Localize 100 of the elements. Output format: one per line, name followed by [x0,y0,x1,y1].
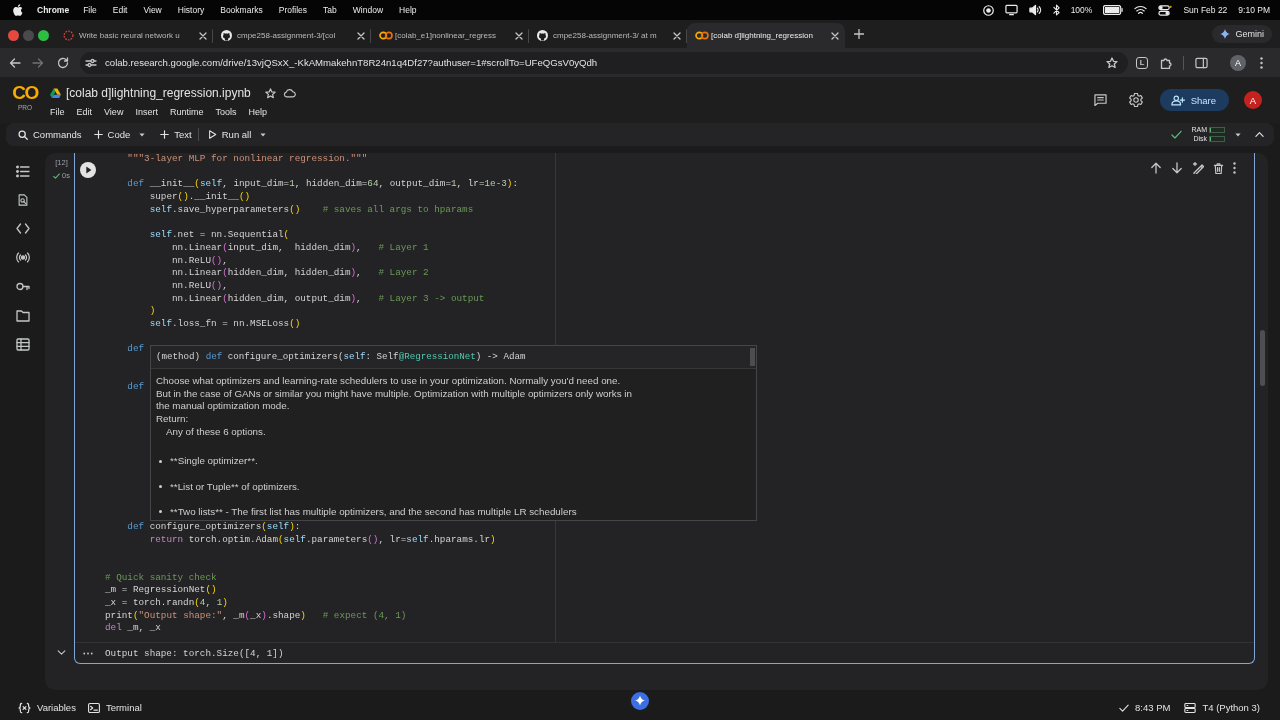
code-line: del _m, _x [105,622,161,634]
logo-text[interactable]: CO [12,84,38,102]
list-icon[interactable] [15,165,30,178]
menu-item[interactable]: History [177,5,205,15]
scrollbar-thumb[interactable] [750,348,755,366]
close-icon[interactable] [673,31,681,40]
back-icon[interactable] [9,56,21,69]
chevron-up-icon[interactable] [1255,130,1264,139]
arrow-up-icon[interactable] [1150,162,1162,174]
plus-icon [160,130,170,139]
display-icon[interactable] [1004,4,1018,16]
wifi-icon[interactable] [1134,4,1148,16]
window-maximize-icon[interactable] [38,29,49,41]
sparkle-icon[interactable] [631,692,649,710]
menu-item[interactable]: Help [248,107,267,117]
menu-bar-date[interactable]: Sun Feb 22 [1183,5,1228,15]
cloud-icon[interactable] [282,87,296,99]
apple-icon[interactable] [13,4,23,16]
toolbar-button[interactable]: Code [90,125,134,144]
more-horizontal-icon[interactable] [83,651,93,655]
menu-item[interactable]: Help [399,5,417,15]
close-icon[interactable] [199,31,207,40]
reload-icon[interactable] [57,56,69,69]
menu-item[interactable]: Edit [112,5,128,15]
toolbar-button[interactable]: Commands [15,125,85,144]
terminal-button[interactable]: Terminal [87,701,142,714]
menu-item[interactable]: Edit [76,107,93,117]
linked-rings-icon [695,31,709,40]
close-icon[interactable] [357,31,365,40]
window-close-icon[interactable] [8,29,19,41]
sparkle-pencil-icon[interactable] [1192,162,1204,174]
control-center-icon[interactable] [1158,3,1173,17]
person-add-icon [1170,93,1185,107]
menu-item[interactable]: File [83,5,97,15]
scrollbar-thumb[interactable] [1260,330,1265,386]
code-line: def [127,381,145,393]
caret-icon[interactable] [1235,132,1241,137]
bullet-icon [159,485,162,489]
caret-icon[interactable] [139,132,146,137]
address-field[interactable]: colab.research.google.com/drive/13vjQSxX_-KkAMmakehnT8R24n1q4Df27?authuser=1#scrollTo=UFeQGsV0yQdh [80,51,1128,74]
profile-avatar[interactable]: A [1230,54,1246,71]
menu-item[interactable]: View [143,5,162,15]
server-icon [1184,701,1197,714]
plus-icon[interactable] [854,29,864,39]
account-avatar[interactable]: A [1244,91,1262,109]
play-circle-icon[interactable] [80,162,96,178]
code-line: print("Output shape:", _m(_x).shape) # expect (4, 1) [105,609,407,621]
close-icon[interactable] [515,31,523,40]
triangle-icon[interactable] [50,88,61,98]
save-status-button[interactable]: 8:43 PM [1119,702,1171,713]
volume-icon[interactable] [1028,4,1042,16]
menu-item[interactable]: Tools [215,107,237,117]
menu-item[interactable]: Window [352,5,384,15]
menu-item[interactable]: File [50,107,65,117]
menu-item[interactable]: Tab [323,5,337,15]
check-icon [53,172,61,179]
comment-icon[interactable] [1093,94,1107,106]
runtime-button[interactable]: T4 (Python 3) [1184,701,1260,714]
table-icon[interactable] [15,338,30,351]
trash-icon[interactable] [1213,162,1224,174]
star-icon[interactable] [1106,56,1118,69]
broadcast-icon[interactable] [15,251,30,264]
folder-icon[interactable] [15,309,30,322]
menu-item[interactable]: Chrome [37,5,70,15]
tooltip-heading: Return: [156,413,189,425]
assistant-button[interactable]: Gemini [1212,25,1272,43]
star-icon[interactable] [264,87,276,99]
more-vertical-icon[interactable] [1260,56,1263,69]
play-icon [207,130,217,139]
check-icon [1119,702,1130,713]
menu-item[interactable]: Profiles [278,5,308,15]
close-icon[interactable] [831,31,839,40]
puzzle-icon[interactable] [1160,56,1172,69]
site-settings-icon[interactable] [85,56,97,69]
chevron-down-icon[interactable] [57,650,66,656]
caret-icon[interactable] [260,132,267,137]
code-line: """3-layer MLP for nonlinear regression.""" [127,153,368,164]
menu-item[interactable]: Insert [135,107,158,117]
code-line: def [127,343,145,355]
variables-button[interactable]: Variables [18,701,76,714]
document-search-icon[interactable] [16,194,29,206]
battery-icon[interactable] [1103,5,1124,15]
menu-item[interactable]: Bookmarks [220,5,263,15]
settings-icon[interactable] [1128,93,1143,107]
more-vertical-icon[interactable] [1233,162,1236,174]
side-panel-icon[interactable] [1195,56,1208,69]
code-icon[interactable] [15,222,30,235]
arrow-down-icon[interactable] [1171,162,1183,174]
record-icon[interactable] [982,4,994,16]
menu-bar-clock[interactable]: 9:10 PM [1238,5,1270,15]
menu-item[interactable]: Runtime [169,107,204,117]
key-icon[interactable] [15,280,30,293]
toolbar-button[interactable]: Run all [204,125,255,144]
bluetooth-icon[interactable] [1052,4,1060,16]
notebook-title[interactable]: [colab d]lightning_regression.ipynb [66,86,251,100]
menu-item[interactable]: View [104,107,124,117]
share-button[interactable]: Share [1159,89,1229,111]
check-icon [1171,129,1182,140]
toolbar-button[interactable]: Text [157,125,195,144]
browser-tab[interactable]: [colab d]lightning_regression [687,23,845,48]
